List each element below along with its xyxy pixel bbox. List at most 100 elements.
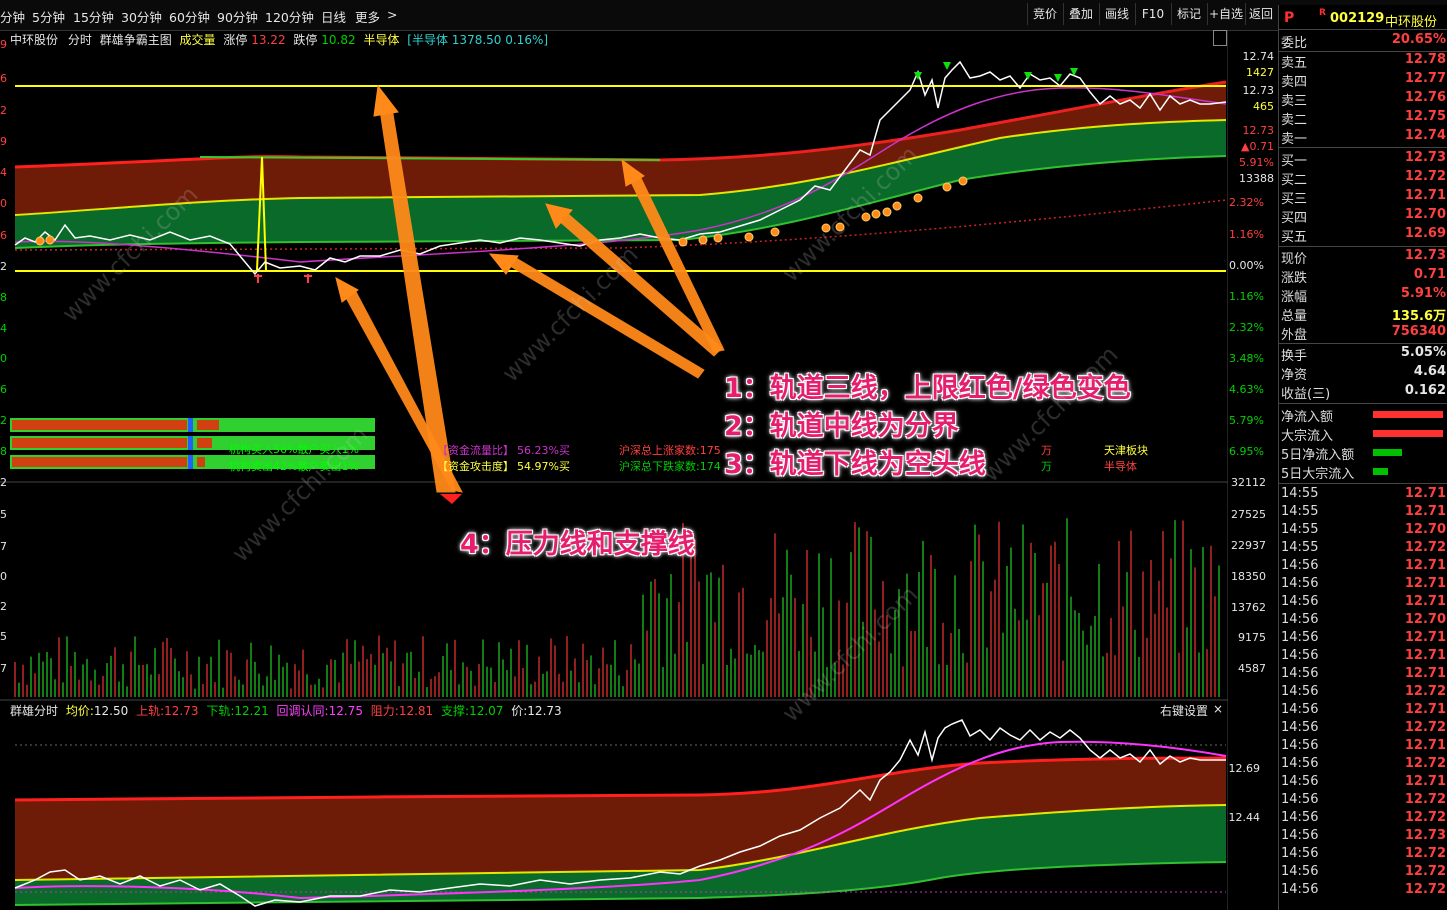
tick-row-value: 12.71 <box>1404 738 1446 753</box>
bid-row-label: 买三 <box>1281 192 1308 207</box>
back-button[interactable]: 返回 <box>1245 3 1276 25</box>
stat2-row: 净资 4.64 <box>1279 364 1447 383</box>
stat2-row-value: 0.162 <box>1404 383 1446 398</box>
volume-axis-label: 9175 <box>1238 631 1266 644</box>
auction-button[interactable]: 竞价 <box>1027 3 1062 25</box>
wan-unit: 万 <box>1041 444 1052 457</box>
bid-row-label: 买二 <box>1281 173 1308 188</box>
tick-row: 14:55 12.72 <box>1279 540 1447 559</box>
period-120min[interactable]: 120分钟 <box>265 7 314 26</box>
period-5min[interactable]: 5分钟 <box>32 7 65 26</box>
tick-row-value: 12.71 <box>1404 486 1446 501</box>
draw-button[interactable]: 画线 <box>1099 3 1134 25</box>
upper-rail-label: 上轨: <box>136 704 165 718</box>
stat-row: 总量 135.6万 <box>1279 305 1447 324</box>
ask-row-label: 卖三 <box>1281 94 1308 109</box>
left-axis-label: 4 <box>0 322 7 335</box>
flow-label: 净流入额 <box>1281 410 1334 425</box>
weibi-label: 委比 <box>1281 36 1308 51</box>
stat-row-value: 0.71 <box>1413 267 1446 282</box>
period-daily[interactable]: 日线 <box>321 7 346 26</box>
tick-row-label: 14:56 <box>1281 630 1319 645</box>
mark-button[interactable]: 标记 <box>1171 3 1206 25</box>
period-more[interactable]: 更多 <box>355 7 380 26</box>
divider <box>1279 147 1447 148</box>
ask-row-value: 12.74 <box>1404 128 1446 143</box>
price-axis-label: ▲0.71 <box>1241 140 1274 153</box>
down-count: 沪深总下跌家数:174 <box>619 460 721 473</box>
price-axis-label: 12.73 <box>1242 84 1275 97</box>
divider <box>1279 246 1447 247</box>
avg-value: 12.50 <box>93 704 129 718</box>
left-axis-label: 6 <box>0 229 7 242</box>
tick-row-value: 12.72 <box>1404 882 1446 897</box>
stat2-row-label: 收益(三) <box>1281 387 1331 402</box>
upper-rail-value: 12.73 <box>164 704 199 718</box>
stock-code: 002129 <box>1330 11 1385 26</box>
limit-up-label: 涨停 <box>223 33 248 47</box>
price-axis-label: 1427 <box>1246 66 1274 79</box>
attack-label: 【资金攻击度】 <box>437 460 514 473</box>
scroll-box-icon[interactable] <box>1213 30 1227 46</box>
ask-row-label: 卖二 <box>1281 113 1308 128</box>
tick-row: 14:56 12.72 <box>1279 684 1447 703</box>
attack-value: 54.97%买 <box>517 460 570 473</box>
period-90min[interactable]: 90分钟 <box>217 7 258 26</box>
sector-tianjin: 天津板块 <box>1104 444 1148 457</box>
tick-row-label: 14:56 <box>1281 882 1319 897</box>
overlay-button[interactable]: 叠加 <box>1063 3 1098 25</box>
left-axis-label: 7 <box>0 662 7 675</box>
support-label: 支撑: <box>441 704 470 718</box>
bid-row-value: 12.71 <box>1404 188 1446 203</box>
tick-row-label: 14:56 <box>1281 828 1319 843</box>
tick-row-value: 12.71 <box>1404 576 1446 591</box>
f10-button[interactable]: F10 <box>1135 3 1170 25</box>
support-value: 12.07 <box>469 704 504 718</box>
tick-row-label: 14:56 <box>1281 846 1319 861</box>
lower-panel-header: 群雄分时 均价:12.50 上轨:12.73 下轨:12.21 回调认同:12.… <box>10 702 562 719</box>
close-icon[interactable]: × <box>1213 702 1223 716</box>
volume-axis-label: 22937 <box>1231 539 1266 552</box>
bid-row-value: 12.70 <box>1404 207 1446 222</box>
period-60min[interactable]: 60分钟 <box>169 7 210 26</box>
annotation-2: 2：轨道中线为分界 <box>724 411 959 442</box>
settings-link[interactable]: 右键设置 <box>1160 702 1208 719</box>
resist-value: 12.81 <box>398 704 434 718</box>
tick-row-value: 12.71 <box>1404 702 1446 717</box>
flow-label: 大宗流入 <box>1281 429 1334 444</box>
left-axis-label: 6 <box>0 72 7 85</box>
stat-row-value: 12.73 <box>1404 248 1446 263</box>
left-axis-label: 7 <box>0 540 7 553</box>
price-axis-label: 0.00% <box>1229 259 1264 272</box>
ask-row: 卖一 12.74 <box>1279 128 1447 147</box>
period-15min[interactable]: 15分钟 <box>73 7 114 26</box>
period-30min[interactable]: 30分钟 <box>121 7 162 26</box>
left-axis-label: 9 <box>0 38 7 51</box>
price-axis-label: 3.48% <box>1229 352 1264 365</box>
volume-axis-label: 18350 <box>1231 570 1266 583</box>
bid-row-label: 买五 <box>1281 230 1308 245</box>
tick-row-label: 14:56 <box>1281 594 1319 609</box>
left-axis-label: 0 <box>0 570 7 583</box>
tick-row: 14:56 12.72 <box>1279 792 1447 811</box>
tick-row-value: 12.72 <box>1404 864 1446 879</box>
price-axis-label: 12.73 <box>1242 124 1275 137</box>
stat-row-label: 总量 <box>1281 309 1308 324</box>
tick-row-value: 12.71 <box>1404 504 1446 519</box>
tick-row-label: 14:56 <box>1281 756 1319 771</box>
tick-row-label: 14:55 <box>1281 540 1319 555</box>
left-axis-label: 4 <box>0 166 7 179</box>
left-axis-label: 5 <box>0 630 7 643</box>
add-watchlist-button[interactable]: +自选 <box>1207 3 1244 25</box>
indicator-name[interactable]: 群雄争霸主图 <box>100 33 172 47</box>
ask-row: 卖二 12.75 <box>1279 109 1447 128</box>
tick-row-label: 14:56 <box>1281 738 1319 753</box>
quote-panel: P R 002129 中环股份 委比 20.65% 卖五 12.78 卖四 12.77… <box>1278 5 1447 910</box>
ask-row: 卖五 12.78 <box>1279 52 1447 71</box>
period-1min[interactable]: 分钟 <box>0 7 25 26</box>
stat-row-label: 现价 <box>1281 252 1308 267</box>
confirm-value: 12.75 <box>328 704 363 718</box>
p-icon: P <box>1284 10 1295 26</box>
chevron-right-icon[interactable]: > <box>387 7 397 22</box>
ask-row-value: 12.77 <box>1404 71 1446 86</box>
